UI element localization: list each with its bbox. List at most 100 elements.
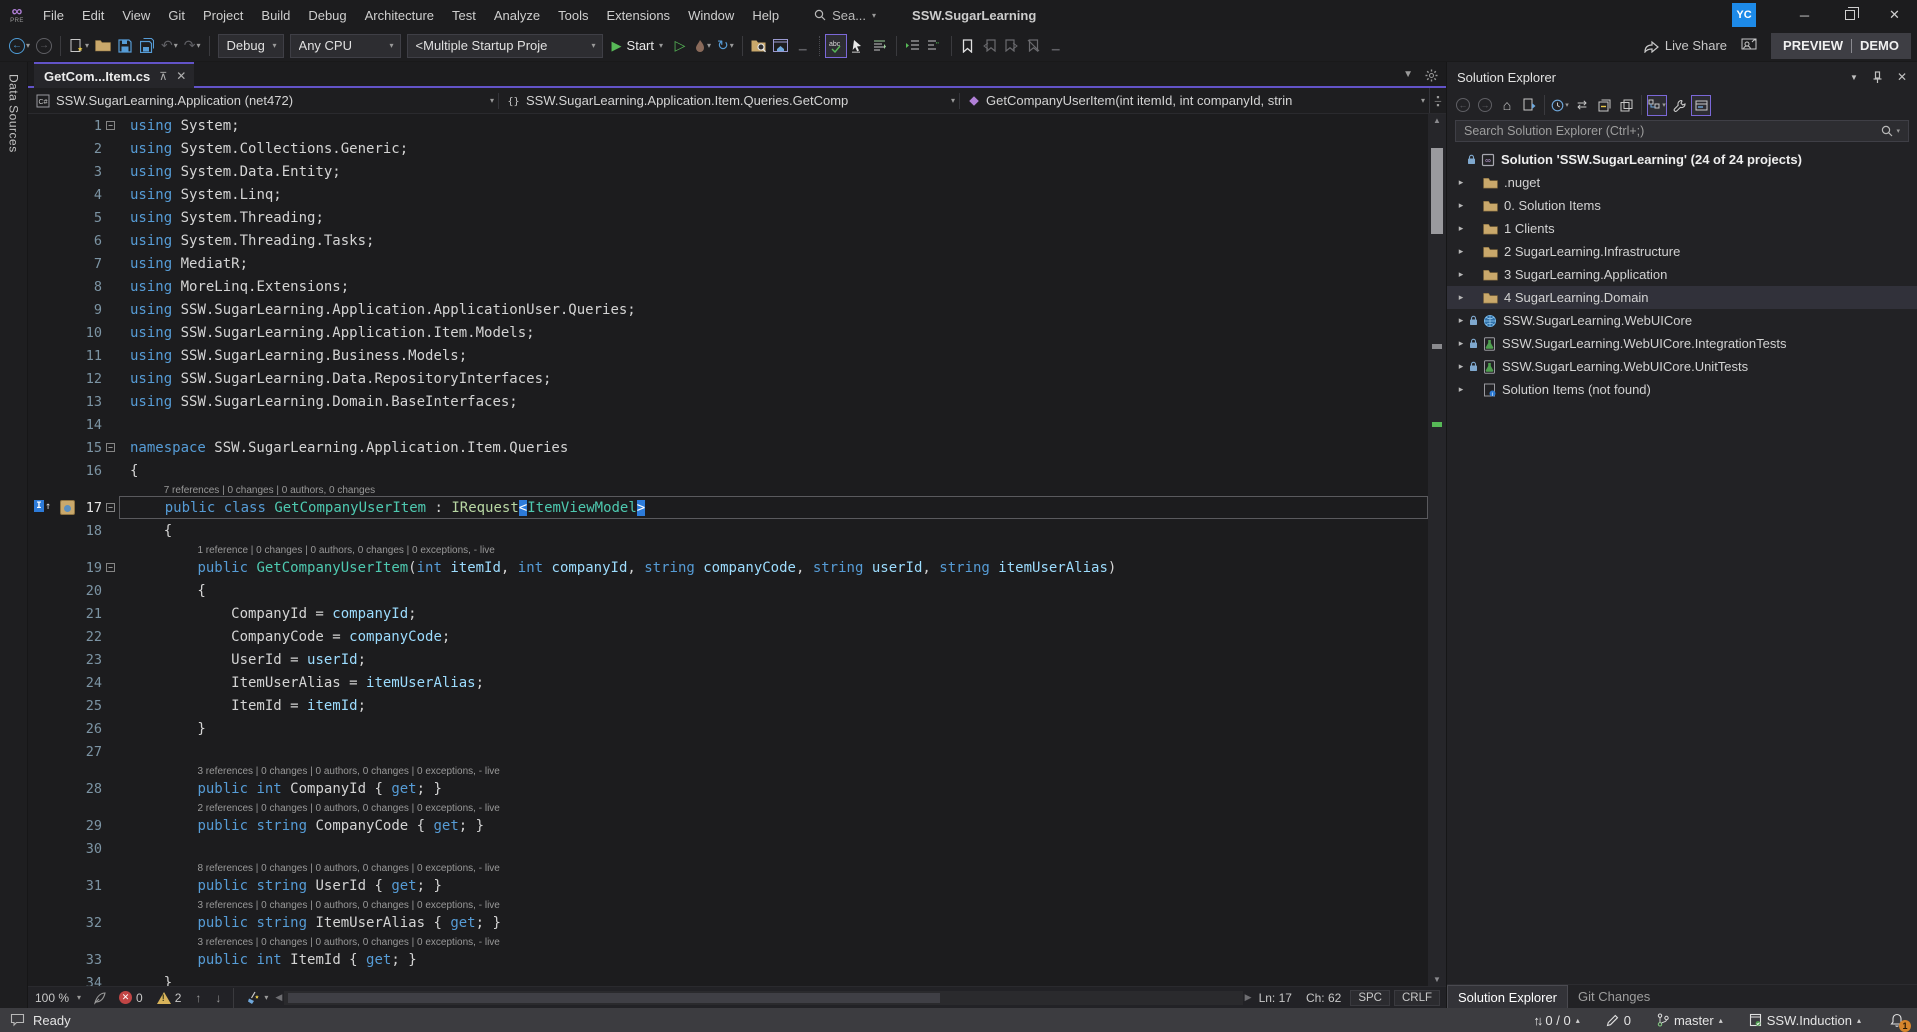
send-feedback-icon[interactable] (1741, 38, 1757, 53)
bottom-tab-solution-explorer[interactable]: Solution Explorer (1447, 985, 1568, 1008)
menu-item-git[interactable]: Git (159, 0, 194, 30)
find-in-files-button[interactable] (748, 34, 770, 58)
comment-lines-button[interactable]: " (924, 34, 946, 58)
menu-item-extensions[interactable]: Extensions (597, 0, 679, 30)
notifications-button[interactable]: 1 (1887, 1010, 1907, 1030)
window-position-dropdown-icon[interactable]: ▼ (1850, 73, 1858, 82)
code-line-34[interactable]: 34 } (28, 971, 1428, 986)
expander-icon[interactable]: ▸ (1453, 269, 1469, 280)
expander-icon[interactable]: ▸ (1453, 246, 1469, 257)
indent-lines-button[interactable] (902, 34, 924, 58)
scroll-up-icon[interactable]: ▲ (1428, 116, 1446, 125)
spell-checker-toggle[interactable]: abc (825, 34, 847, 58)
menu-item-edit[interactable]: Edit (73, 0, 113, 30)
horizontal-scrollbar[interactable] (284, 991, 1242, 1005)
codelens-annotation[interactable]: 8 references | 0 changes | 0 authors, 0 … (28, 860, 1428, 874)
editor-options-gear-icon[interactable] (1425, 69, 1438, 82)
back-button[interactable]: ← (1453, 95, 1473, 116)
close-panel-icon[interactable]: ✕ (1897, 70, 1907, 84)
properties-button[interactable] (1669, 95, 1689, 116)
code-line-5[interactable]: 5using System.Threading; (28, 206, 1428, 229)
new-project-button[interactable]: ▾ (66, 34, 92, 58)
line-ending-indicator[interactable]: CRLF (1394, 990, 1440, 1006)
fold-margin[interactable]: − (102, 443, 119, 452)
menu-item-architecture[interactable]: Architecture (356, 0, 443, 30)
undo-button[interactable]: ↶▾ (158, 34, 181, 58)
navigate-to-cursor-button[interactable] (847, 34, 869, 58)
menu-item-window[interactable]: Window (679, 0, 743, 30)
warning-count[interactable]: 2 (150, 991, 189, 1005)
redo-button[interactable]: ↷▾ (181, 34, 204, 58)
codelens-annotation[interactable]: 3 references | 0 changes | 0 authors, 0 … (28, 897, 1428, 911)
scroll-down-icon[interactable]: ▼ (1428, 975, 1446, 984)
restart-button[interactable]: ↻▾ (714, 34, 737, 58)
tab-list-dropdown-icon[interactable]: ▼ (1403, 69, 1413, 82)
next-issue-button[interactable]: ↓ (208, 991, 228, 1005)
search-box[interactable]: Sea... ▾ (806, 6, 884, 25)
menu-item-debug[interactable]: Debug (299, 0, 355, 30)
save-all-button[interactable] (136, 34, 158, 58)
codelens-annotation[interactable]: 3 references | 0 changes | 0 authors, 0 … (28, 934, 1428, 948)
code-line-27[interactable]: 27 (28, 740, 1428, 763)
format-document-button[interactable] (869, 34, 891, 58)
fold-margin[interactable]: − (102, 503, 119, 512)
quick-actions-icon[interactable] (60, 500, 75, 515)
start-without-debugging-button[interactable]: ▷ (669, 34, 691, 58)
expander-icon[interactable]: ▸ (1453, 315, 1469, 326)
code-line-23[interactable]: 23 UserId = userId; (28, 648, 1428, 671)
code-line-16[interactable]: 16{ (28, 459, 1428, 482)
tree-item[interactable]: ▸SSW.SugarLearning.WebUICore (1447, 309, 1917, 332)
close-tab-icon[interactable]: ✕ (176, 69, 186, 83)
live-share-button[interactable]: Live Share (1644, 38, 1727, 53)
data-sources-tab[interactable]: Data Sources (7, 74, 21, 1008)
code-line-31[interactable]: 31 public string UserId { get; } (28, 874, 1428, 897)
branch-selector[interactable]: master▴ (1657, 1013, 1723, 1028)
code-line-4[interactable]: 4using System.Linq; (28, 183, 1428, 206)
code-line-32[interactable]: 32 public string ItemUserAlias { get; } (28, 911, 1428, 934)
fold-margin[interactable]: − (102, 563, 119, 572)
code-line-30[interactable]: 30 (28, 837, 1428, 860)
repository-selector[interactable]: SSW.Induction▴ (1749, 1013, 1861, 1028)
open-file-button[interactable] (92, 34, 114, 58)
pin-icon[interactable] (1872, 71, 1883, 84)
code-line-3[interactable]: 3using System.Data.Entity; (28, 160, 1428, 183)
menu-item-view[interactable]: View (113, 0, 159, 30)
code-line-33[interactable]: 33 public int ItemId { get; } (28, 948, 1428, 971)
sync-selection-button[interactable]: ⇄ (1572, 95, 1592, 116)
start-debugging-button[interactable]: ▶ Start▾ (606, 38, 669, 54)
code-line-17[interactable]: I↑17− public class GetCompanyUserItem : … (28, 496, 1428, 519)
solution-explorer-window-button[interactable] (770, 34, 792, 58)
column-indicator[interactable]: Ch: 62 (1299, 991, 1348, 1005)
code-line-21[interactable]: 21 CompanyId = companyId; (28, 602, 1428, 625)
code-line-14[interactable]: 14 (28, 413, 1428, 436)
member-dropdown[interactable]: GetCompanyUserItem(int itemId, int compa… (960, 88, 1429, 113)
navigate-back-button[interactable]: ←▾ (6, 34, 33, 58)
menu-item-file[interactable]: File (34, 0, 73, 30)
expander-icon[interactable]: ▸ (1453, 292, 1469, 303)
menu-item-build[interactable]: Build (252, 0, 299, 30)
expander-icon[interactable]: ▸ (1453, 177, 1469, 188)
save-button[interactable] (114, 34, 136, 58)
solution-explorer-search[interactable]: Search Solution Explorer (Ctrl+;) ▾ (1455, 120, 1909, 142)
tree-item[interactable]: ▸1 Clients (1447, 217, 1917, 240)
sync-with-active-document-button[interactable] (1519, 95, 1539, 116)
codelens-annotation[interactable]: 7 references | 0 changes | 0 authors, 0 … (28, 482, 1428, 496)
previous-bookmark-button[interactable] (979, 34, 1001, 58)
navigate-forward-button[interactable]: → (33, 34, 55, 58)
preview-selected-items-button[interactable] (1691, 95, 1711, 116)
minimize-button[interactable]: ─ (1782, 0, 1827, 30)
search-options-caret[interactable]: ▾ (1896, 127, 1900, 135)
toggle-bookmark-button[interactable] (957, 34, 979, 58)
tree-item[interactable]: ▸3 SugarLearning.Application (1447, 263, 1917, 286)
code-line-7[interactable]: 7using MediatR; (28, 252, 1428, 275)
menu-item-test[interactable]: Test (443, 0, 485, 30)
zoom-dropdown[interactable]: 100 %▾ (28, 991, 88, 1005)
tree-item[interactable]: ▸0. Solution Items (1447, 194, 1917, 217)
code-cleanup-button[interactable]: ▾ (239, 991, 275, 1005)
expander-icon[interactable]: ▸ (1453, 200, 1469, 211)
code-line-11[interactable]: 11using SSW.SugarLearning.Business.Model… (28, 344, 1428, 367)
code-line-12[interactable]: 12using SSW.SugarLearning.Data.Repositor… (28, 367, 1428, 390)
code-line-1[interactable]: 1−using System; (28, 114, 1428, 137)
clear-bookmarks-button[interactable] (1023, 34, 1045, 58)
tree-item[interactable]: ∞Solution 'SSW.SugarLearning' (24 of 24 … (1447, 148, 1917, 171)
